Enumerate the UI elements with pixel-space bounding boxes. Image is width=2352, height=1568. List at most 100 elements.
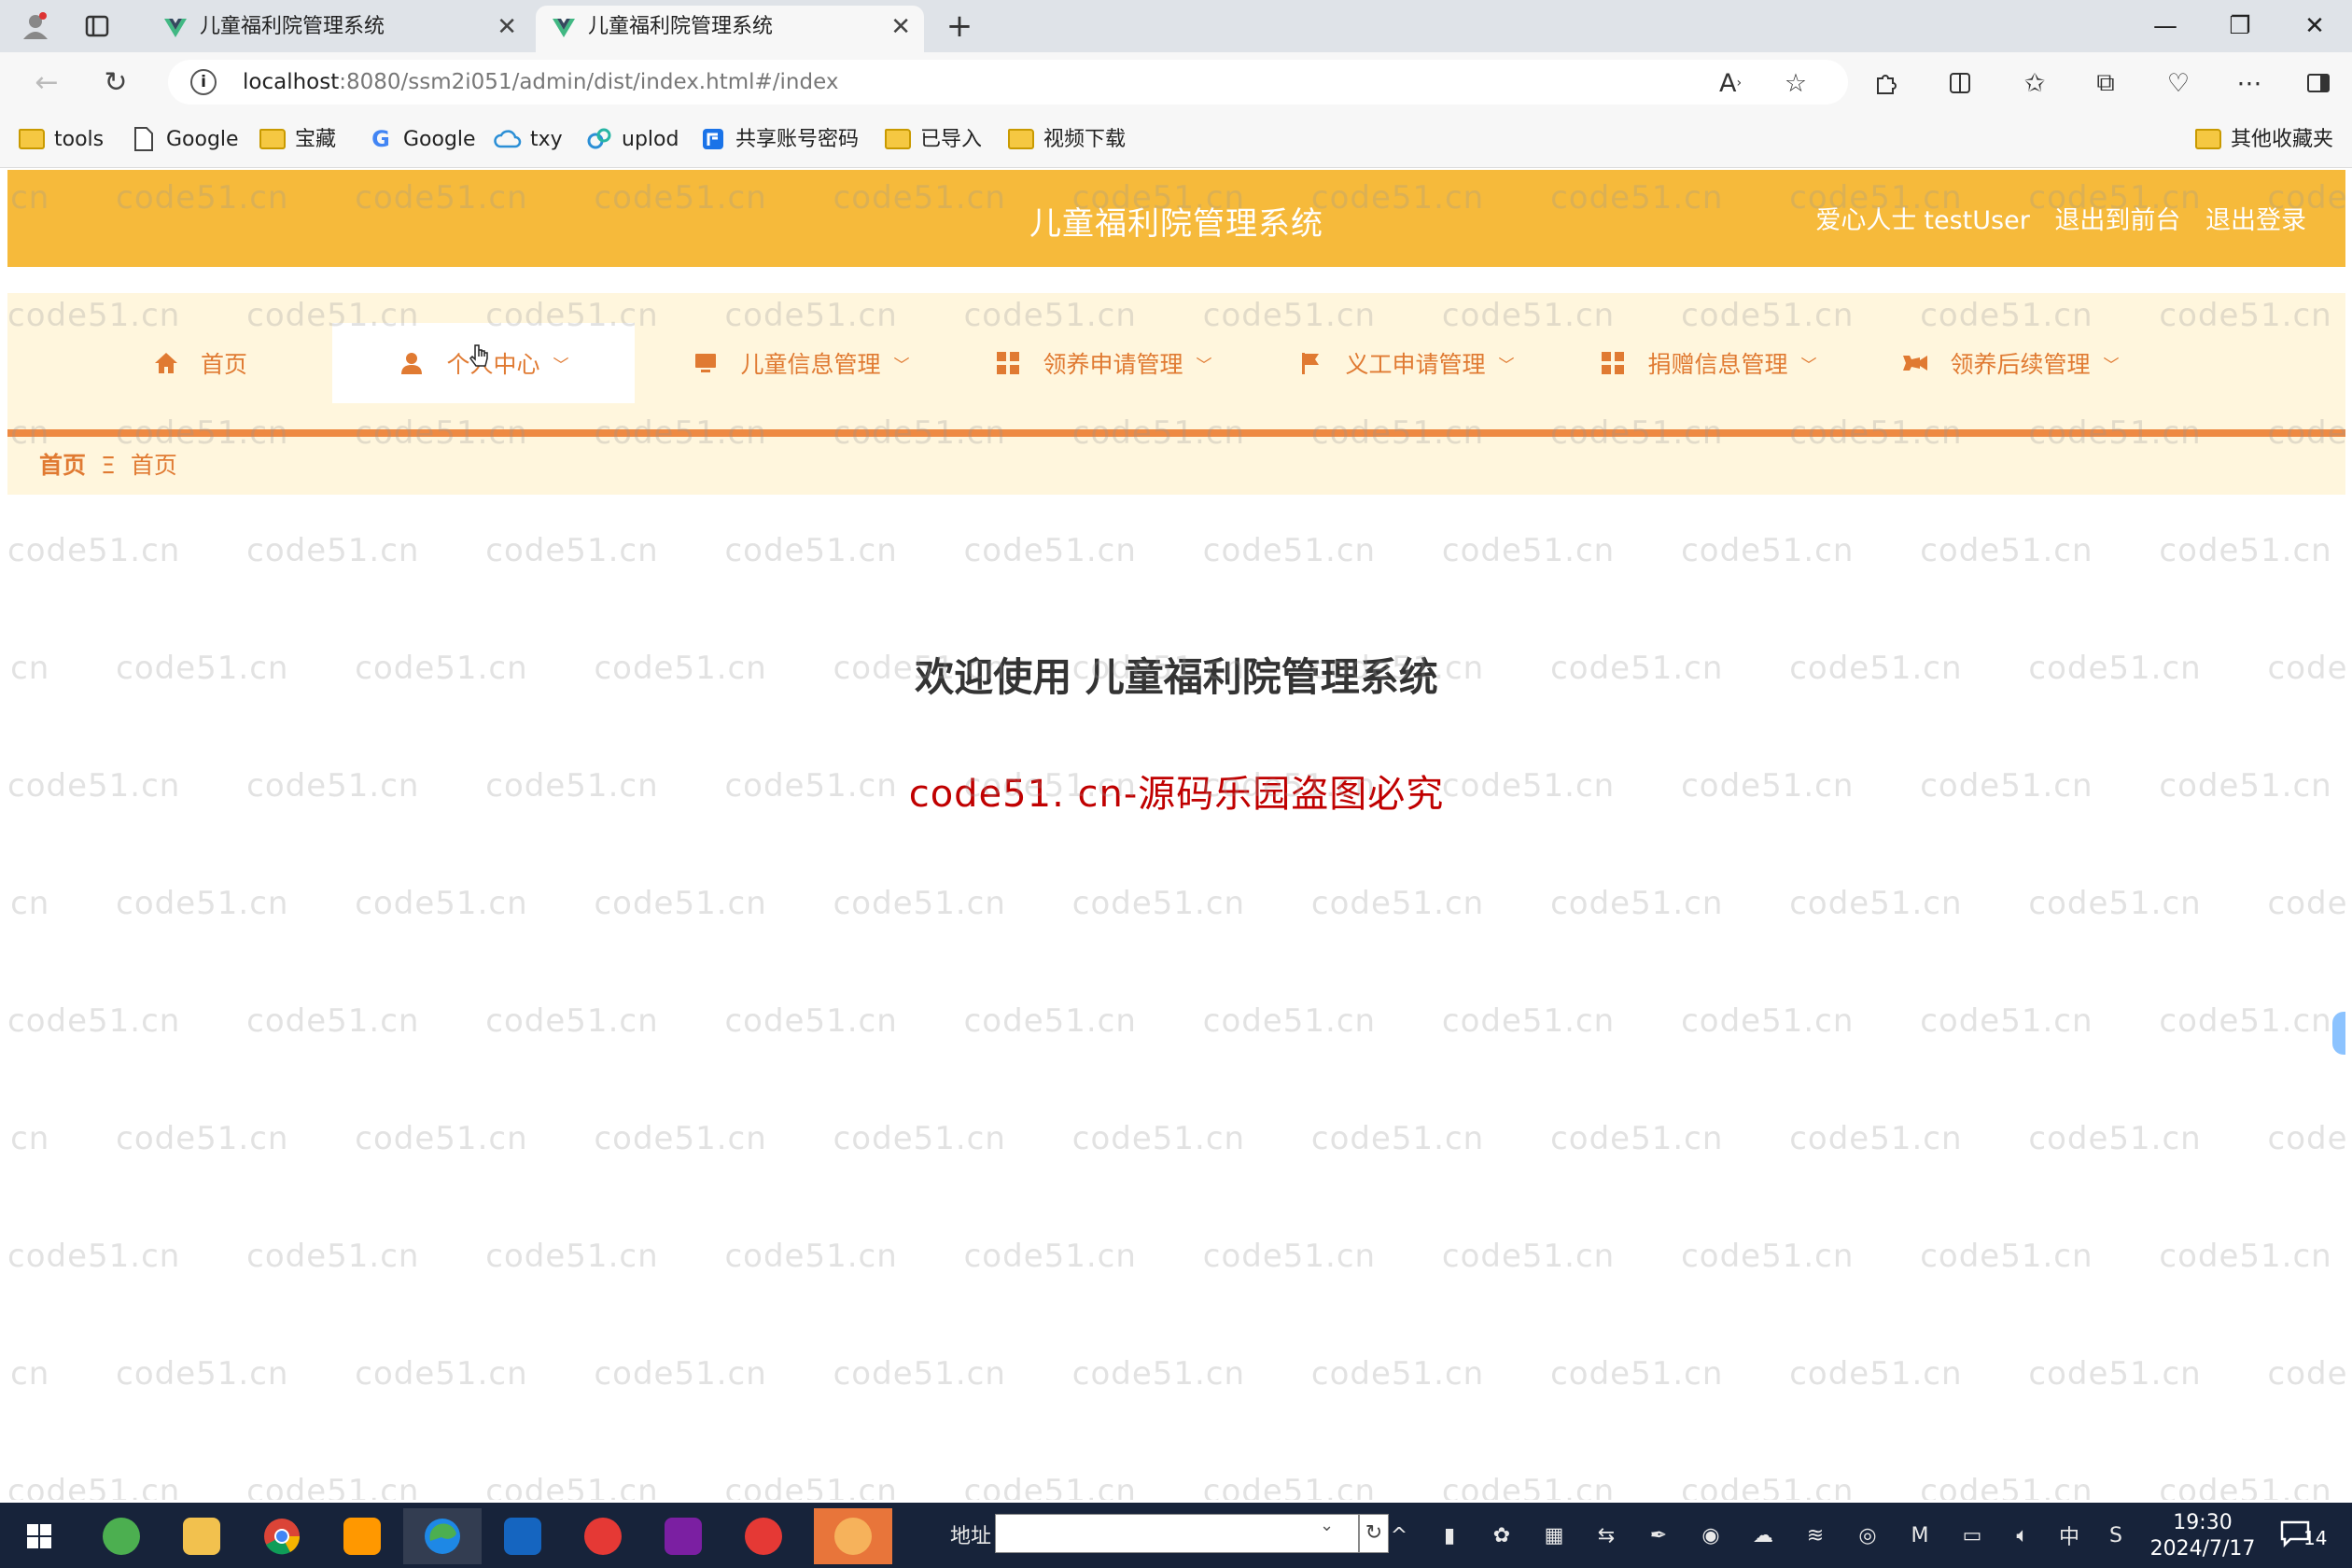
- bookmark-google-page[interactable]: Google: [129, 121, 239, 159]
- other-bookmarks[interactable]: 其他收藏夹: [2193, 121, 2333, 159]
- tray-settings-icon[interactable]: ⇆: [1590, 1519, 1622, 1551]
- bookmark-label: Google: [166, 128, 239, 151]
- folder-icon: [258, 126, 287, 152]
- taskbar-address-input[interactable]: [995, 1514, 1359, 1553]
- battery-icon[interactable]: ▭: [1956, 1519, 1988, 1551]
- address-bar[interactable]: i localhost:8080/ssm2i051/admin/dist/ind…: [168, 60, 1848, 105]
- close-tab-icon[interactable]: ✕: [497, 6, 517, 49]
- more-menu-icon[interactable]: ⋯: [2231, 65, 2268, 101]
- app-orange-icon[interactable]: [814, 1508, 892, 1564]
- volume-icon[interactable]: 🔈︎: [2007, 1519, 2038, 1551]
- nav-item-adoption-application[interactable]: 领养申请管理 ﹀: [952, 323, 1254, 403]
- close-window-icon[interactable]: ✕: [2287, 6, 2343, 47]
- split-screen-icon[interactable]: [1941, 65, 1979, 101]
- bookmark-label: Google: [403, 128, 476, 151]
- mouse-cursor-icon: [469, 343, 491, 378]
- chrome-icon[interactable]: [243, 1508, 321, 1564]
- logout-link[interactable]: 退出登录: [2205, 206, 2306, 235]
- app-green-circle-icon[interactable]: [82, 1508, 161, 1564]
- app-blue-icon[interactable]: [483, 1508, 562, 1564]
- bookmark-treasure[interactable]: 宝藏: [258, 121, 336, 159]
- favorite-star-icon[interactable]: ☆: [1777, 65, 1814, 101]
- intellij-icon[interactable]: [644, 1508, 722, 1564]
- notification-center-icon[interactable]: 14: [2279, 1516, 2331, 1553]
- tray-feather-icon[interactable]: ✒: [1643, 1519, 1674, 1551]
- bookmarks-bar: tools Google 宝藏 G Google txy uplod 共享账号密码…: [0, 112, 2352, 168]
- side-floating-tab[interactable]: [2332, 1012, 2345, 1055]
- folder-icon: [17, 126, 47, 152]
- sogou-icon[interactable]: S: [2100, 1519, 2132, 1551]
- breadcrumb-root[interactable]: 首页: [39, 452, 86, 479]
- tray-expand-icon[interactable]: ^: [1383, 1519, 1415, 1551]
- netease-music-icon[interactable]: [724, 1508, 803, 1564]
- uplod-icon: [584, 126, 614, 152]
- read-aloud-icon[interactable]: A ›: [1712, 65, 1749, 101]
- url-host: localhost: [243, 70, 340, 94]
- bookmark-shared-accounts[interactable]: 共享账号密码: [698, 121, 859, 159]
- main-nav: 首页 个人中心 ﹀ 儿童信息管理 ﹀ 领养申请管理 ﹀ 义工申请管理 ﹀ 捐赠信…: [7, 293, 2345, 433]
- tray-music-icon[interactable]: ◎: [1852, 1519, 1883, 1551]
- system-clock[interactable]: 19:30 2024/7/17: [2147, 1510, 2259, 1562]
- bookmark-google[interactable]: G Google: [366, 121, 476, 159]
- bookmark-label: txy: [530, 128, 563, 151]
- edge-icon[interactable]: [403, 1508, 482, 1564]
- folder-icon: [2193, 126, 2223, 152]
- windows-taskbar: 地址 ⌄ ↻ ^ ▮ ✿ ▦ ⇆ ✒ ◉ ☁ ≋ ◎ M ▭ 🔈︎ 中 S 19…: [0, 1503, 2352, 1568]
- bookmark-tools[interactable]: tools: [17, 121, 104, 159]
- back-to-front-link[interactable]: 退出到前台: [2054, 206, 2180, 235]
- nav-item-child-info[interactable]: 儿童信息管理 ﹀: [650, 323, 952, 403]
- reload-icon[interactable]: ↻: [97, 63, 134, 101]
- new-tab-icon[interactable]: +: [943, 7, 976, 45]
- minimize-icon[interactable]: —: [2137, 6, 2193, 47]
- close-tab-icon[interactable]: ✕: [890, 6, 911, 49]
- folder-icon: [883, 126, 913, 152]
- bookmark-txy[interactable]: txy: [493, 121, 563, 159]
- tray-colorful-icon[interactable]: ▦: [1538, 1519, 1570, 1551]
- collections-icon[interactable]: ⧉: [2087, 65, 2124, 101]
- chevron-down-icon[interactable]: ⌄: [1320, 1516, 1334, 1535]
- bookmark-imported[interactable]: 已导入: [883, 121, 982, 159]
- extensions-icon[interactable]: [1867, 65, 1904, 101]
- monitor-icon: [692, 349, 720, 377]
- chevron-down-icon: ﹀: [2103, 356, 2120, 375]
- browser-tab-1[interactable]: 儿童福利院管理系统 ✕: [147, 6, 530, 52]
- tray-flower-icon[interactable]: ✿: [1486, 1519, 1518, 1551]
- welcome-heading: 欢迎使用 儿童福利院管理系统: [915, 654, 1438, 700]
- clock-time: 19:30: [2173, 1511, 2233, 1534]
- site-info-icon[interactable]: i: [190, 69, 217, 95]
- nav-item-adoption-followup[interactable]: 领养后续管理 ﹀: [1859, 323, 2162, 403]
- tab-actions-icon[interactable]: [80, 9, 114, 43]
- bookmark-uplod[interactable]: uplod: [584, 121, 679, 159]
- nav-item-home[interactable]: 首页: [49, 323, 351, 403]
- ime-indicator[interactable]: 中: [2053, 1519, 2085, 1551]
- bookmark-label: 已导入: [920, 128, 983, 151]
- favorites-icon[interactable]: ✩: [2016, 65, 2053, 101]
- restore-icon[interactable]: ❐: [2212, 6, 2268, 47]
- browser-essentials-icon[interactable]: ♡: [2160, 65, 2197, 101]
- app-red-snail-icon[interactable]: [564, 1508, 642, 1564]
- nav-item-label: 儿童信息管理: [740, 351, 881, 378]
- wechat-icon[interactable]: ☁: [1747, 1519, 1779, 1551]
- nav-item-label: 首页: [200, 351, 247, 378]
- wifi-icon[interactable]: ≋: [1799, 1519, 1831, 1551]
- sidebar-toggle-icon[interactable]: [2300, 65, 2337, 101]
- nav-item-volunteer-application[interactable]: 义工申请管理 ﹀: [1254, 323, 1557, 403]
- nav-underline: [7, 429, 2345, 437]
- usb-icon[interactable]: ▮: [1434, 1519, 1465, 1551]
- nav-item-donation-info[interactable]: 捐赠信息管理 ﹀: [1557, 323, 1859, 403]
- start-icon[interactable]: [0, 1508, 78, 1564]
- bookmark-label: 宝藏: [295, 128, 337, 151]
- back-icon[interactable]: ←: [28, 63, 65, 101]
- bookmark-label: tools: [54, 128, 105, 151]
- file-explorer-icon[interactable]: [162, 1508, 241, 1564]
- flag-icon: [1296, 349, 1324, 377]
- bookmark-label: 共享账号密码: [735, 128, 860, 151]
- tray-mail-icon[interactable]: M: [1904, 1519, 1936, 1551]
- browser-tab-2[interactable]: 儿童福利院管理系统 ✕: [536, 6, 924, 52]
- taskbar-address-label: 地址: [950, 1525, 992, 1548]
- tray-browser-icon[interactable]: ◉: [1695, 1519, 1727, 1551]
- grid-icon: [994, 349, 1022, 377]
- bookmark-video-download[interactable]: 视频下载: [1006, 121, 1126, 159]
- sublime-icon[interactable]: [323, 1508, 401, 1564]
- profile-icon[interactable]: [19, 9, 52, 43]
